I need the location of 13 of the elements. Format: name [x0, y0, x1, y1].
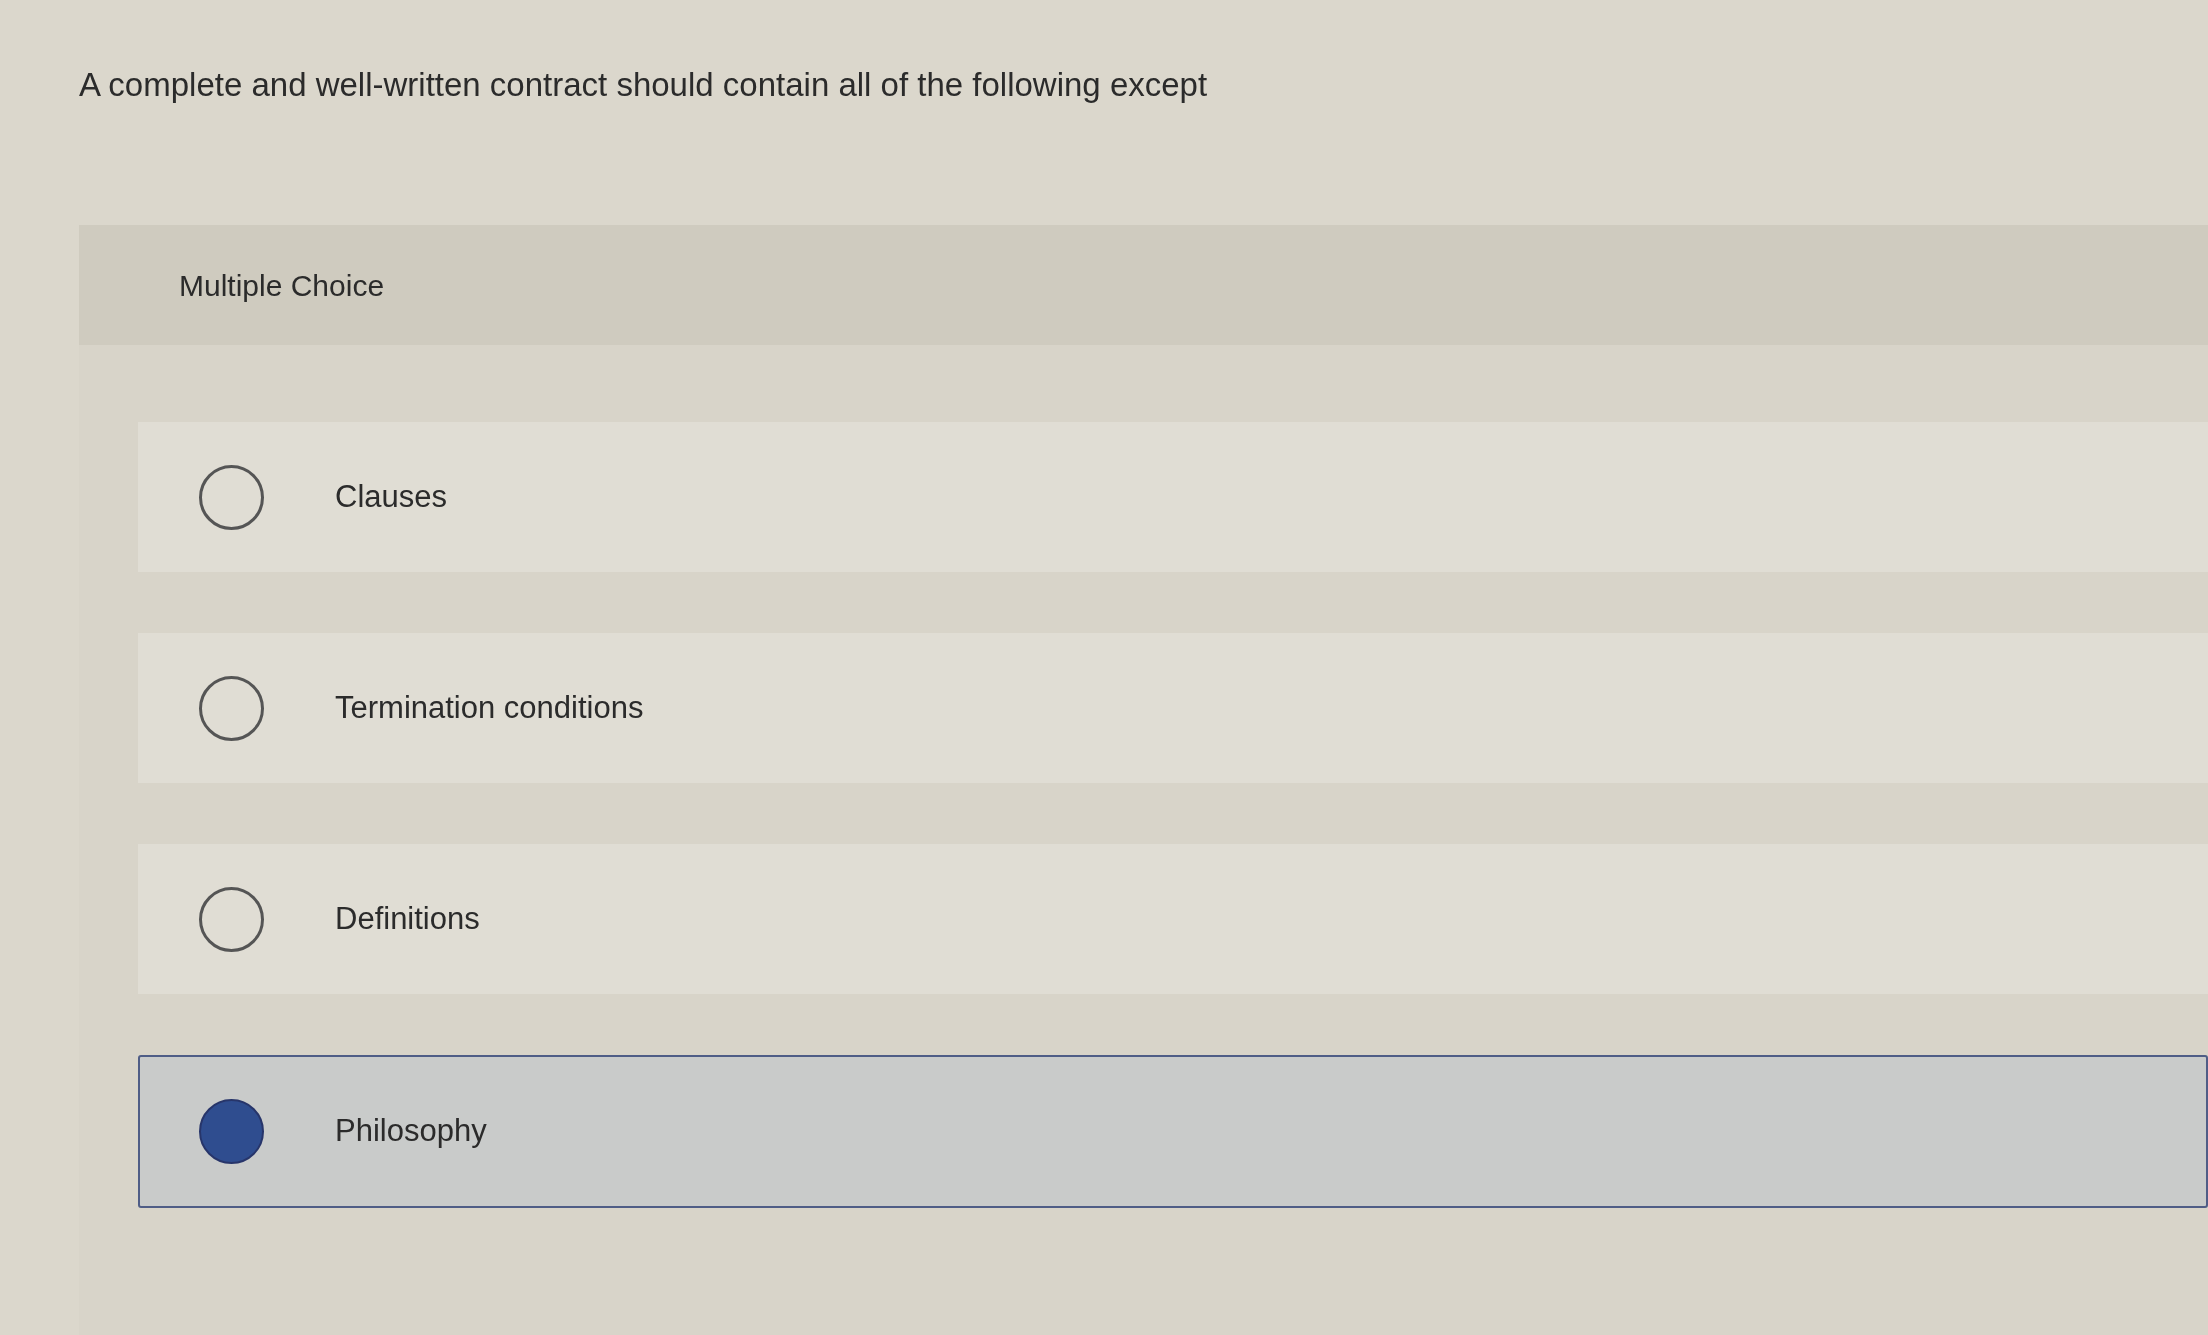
option-label: Clauses: [335, 477, 447, 516]
radio-button[interactable]: [199, 464, 264, 530]
option-label: Philosophy: [335, 1112, 487, 1151]
answer-option[interactable]: Clauses: [138, 422, 2208, 572]
answer-option[interactable]: Definitions: [138, 844, 2208, 994]
question-type-label: Multiple Choice: [179, 267, 385, 304]
option-label: Termination conditions: [335, 688, 644, 727]
answer-option[interactable]: Termination conditions: [138, 633, 2208, 783]
question-text: A complete and well-written contract should contain all of the following except: [79, 66, 1208, 103]
radio-button[interactable]: [199, 886, 264, 952]
answer-option[interactable]: Philosophy: [138, 1055, 2208, 1208]
radio-button[interactable]: [199, 675, 264, 741]
option-label: Definitions: [335, 899, 480, 938]
